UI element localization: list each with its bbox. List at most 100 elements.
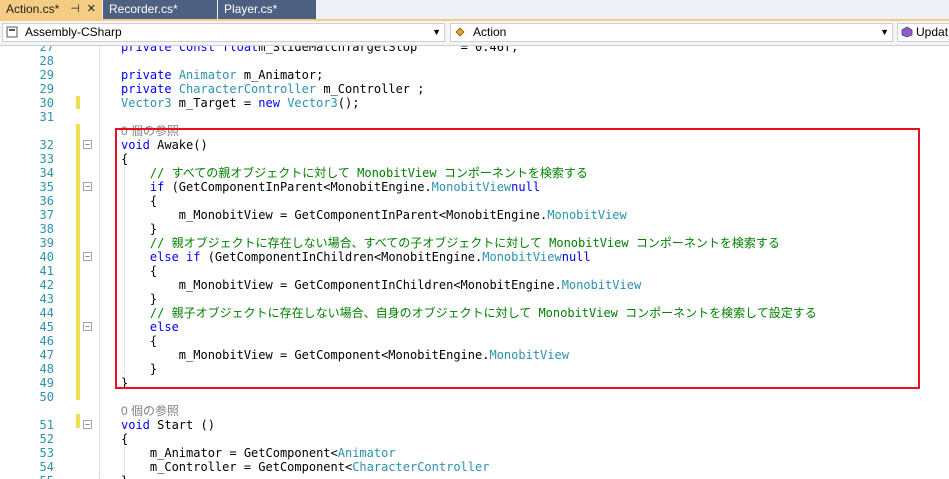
code-token: CharacterController	[178, 82, 317, 96]
code-token: }	[121, 474, 128, 479]
tab-player-cs[interactable]: Player.cs*	[218, 0, 316, 19]
code-line[interactable]: 55}	[0, 474, 949, 479]
code-token: m_Animator;	[236, 68, 324, 82]
code-line[interactable]: 52 {	[0, 432, 949, 446]
code-token: m_Controller ;	[316, 82, 425, 96]
line-number: 45	[39, 320, 54, 334]
code-text: private CharacterController m_Controller…	[121, 82, 424, 96]
chevron-down-icon: ▼	[432, 27, 441, 37]
tab-label: Recorder.cs*	[109, 2, 178, 16]
code-token: m_Animator = GetComponent<	[121, 446, 338, 460]
line-number: 54	[39, 460, 54, 474]
type-name: Action	[473, 25, 507, 39]
class-icon	[455, 27, 465, 37]
code-text: m_Controller = GetComponent<CharacterCon…	[121, 460, 490, 474]
tab-recorder-cs[interactable]: Recorder.cs*	[103, 0, 217, 19]
code-token: Vector3	[287, 96, 338, 110]
code-token: ();	[337, 96, 360, 110]
navigation-bar: Assembly-CSharp ▼ Action ▼ Updat	[0, 21, 949, 46]
code-token: private	[121, 68, 172, 82]
line-number: 28	[39, 54, 54, 68]
line-number: 55	[0, 474, 54, 479]
code-token: CharacterController	[352, 460, 490, 474]
collapse-icon[interactable]: −	[83, 252, 92, 261]
line-number: 27	[39, 46, 54, 54]
tab-label: Action.cs*	[6, 2, 60, 16]
code-token: m_Target =	[171, 96, 259, 110]
code-line[interactable]: 29 private Animator m_Animator;	[0, 68, 949, 82]
code-line[interactable]: 51 − void Start ()	[0, 418, 949, 432]
code-token: void	[121, 418, 150, 432]
code-token: Animator	[337, 446, 396, 460]
code-line[interactable]: 30 Vector3 m_Target = new Vector3();	[0, 96, 949, 110]
line-number: 50	[39, 390, 54, 404]
collapse-icon[interactable]: −	[83, 140, 92, 149]
collapse-icon[interactable]: −	[83, 182, 92, 191]
code-text: {	[121, 432, 128, 446]
line-number: 46	[39, 334, 54, 348]
line-number: 51	[39, 418, 54, 432]
line-number: 49	[39, 376, 54, 390]
code-text: 0 個の参照	[121, 404, 179, 418]
line-number: 30	[39, 96, 54, 110]
code-line[interactable]: 31	[0, 110, 949, 124]
code-text: }	[121, 474, 128, 479]
code-token: private	[121, 82, 172, 96]
collapse-icon[interactable]: −	[83, 420, 92, 429]
code-token: Start ()	[149, 418, 215, 432]
project-name: Assembly-CSharp	[25, 25, 122, 39]
code-text: private Animator m_Animator;	[121, 68, 323, 82]
line-number: 32	[39, 138, 54, 152]
line-number: 48	[39, 362, 54, 376]
close-icon[interactable]: ✕	[87, 0, 96, 19]
highlight-box	[115, 128, 920, 389]
line-number: 31	[39, 110, 54, 124]
code-token: Vector3	[121, 96, 172, 110]
member-dropdown[interactable]: Updat	[897, 23, 949, 42]
collapse-icon[interactable]: −	[83, 322, 92, 331]
code-line[interactable]: 27 private const floatm_SlideMatchTargetS…	[0, 46, 949, 54]
code-token: {	[121, 432, 129, 446]
code-line[interactable]: 50	[0, 390, 949, 404]
line-number: 34	[39, 166, 54, 180]
line-number: 29	[39, 82, 54, 96]
code-line[interactable]: 28	[0, 54, 949, 68]
code-line[interactable]: 54 m_Controller = GetComponent<Character…	[0, 460, 949, 474]
tab-action-cs[interactable]: Action.cs* ⊣ ✕	[0, 0, 102, 19]
line-number: 36	[39, 194, 54, 208]
code-token: m_SlideMatchTargetStop = 0.46f;	[258, 46, 519, 54]
csharp-project-icon	[6, 26, 18, 38]
line-number: 41	[39, 264, 54, 278]
code-text: void Start ()	[121, 418, 215, 432]
line-number: 39	[39, 236, 54, 250]
line-number: 29	[39, 68, 54, 82]
type-dropdown[interactable]: Action ▼	[450, 23, 893, 42]
line-number: 42	[39, 278, 54, 292]
code-line[interactable]: 0 個の参照	[0, 404, 949, 418]
line-number: 38	[39, 222, 54, 236]
tab-label: Player.cs*	[224, 2, 278, 16]
code-text: Vector3 m_Target = new Vector3();	[121, 96, 359, 110]
pin-icon[interactable]: ⊣	[70, 0, 80, 19]
project-dropdown[interactable]: Assembly-CSharp ▼	[2, 23, 445, 42]
reference-count[interactable]: 0 個の参照	[121, 404, 179, 418]
line-number: 33	[39, 152, 54, 166]
code-text: m_Animator = GetComponent<Animator	[121, 446, 396, 460]
line-number: 53	[39, 446, 54, 460]
line-number: 44	[39, 306, 54, 320]
line-number: 52	[39, 432, 54, 446]
method-icon	[901, 26, 913, 38]
member-name: Updat	[916, 25, 949, 39]
code-token: new	[258, 96, 280, 110]
code-text: private const floatm_SlideMatchTargetSto…	[121, 46, 518, 54]
line-number: 43	[39, 292, 54, 306]
line-number: 37	[39, 208, 54, 222]
code-token: private const float	[121, 46, 259, 54]
code-token: m_Controller = GetComponent<	[121, 460, 353, 474]
chevron-down-icon: ▼	[880, 27, 889, 37]
code-line[interactable]: 53 m_Animator = GetComponent<Animator	[0, 446, 949, 460]
code-line[interactable]: 29 private CharacterController m_Controll…	[0, 82, 949, 96]
code-token: Animator	[178, 68, 237, 82]
